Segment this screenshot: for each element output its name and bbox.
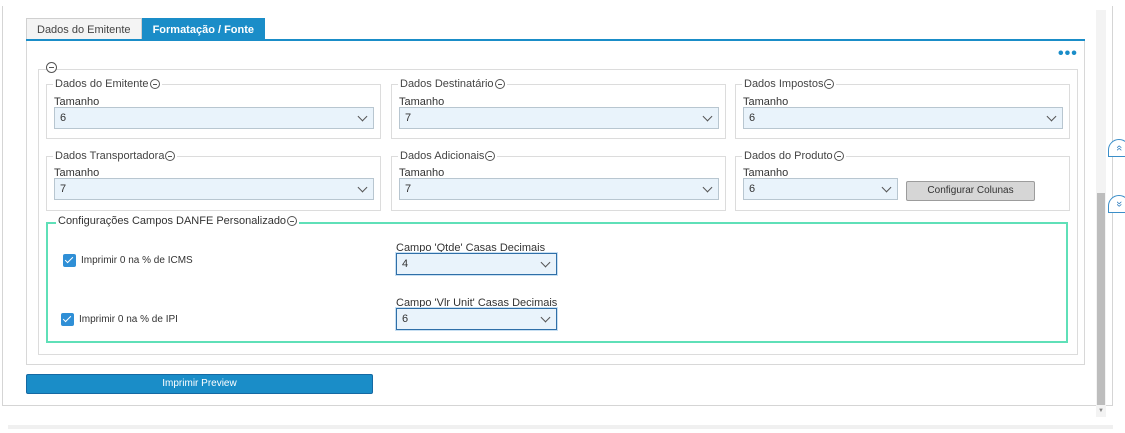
- impostos-size-select[interactable]: 6: [743, 107, 1063, 129]
- icms-zero-checkbox[interactable]: [63, 254, 76, 267]
- chevron-down-icon: [881, 182, 892, 193]
- select-value: 6: [749, 183, 756, 195]
- select-value: 7: [60, 183, 67, 195]
- group-title: Dados Transportadora: [55, 150, 165, 162]
- chevron-down-icon: [702, 111, 713, 122]
- group-legend: Dados Destinatário: [398, 78, 507, 90]
- double-chevron-up-icon[interactable]: «: [1108, 139, 1125, 157]
- tab-formatacao-fonte[interactable]: Formatação / Fonte: [141, 18, 266, 40]
- collapse-icon[interactable]: [494, 79, 505, 89]
- vlr-unit-decimals-select[interactable]: 6: [396, 308, 557, 330]
- configurar-colunas-button[interactable]: Configurar Colunas: [906, 181, 1035, 201]
- imprimir-preview-button[interactable]: Imprimir Preview: [26, 374, 373, 394]
- ipi-zero-label: Imprimir 0 na % de IPI: [79, 314, 178, 325]
- chevron-down-icon: [357, 111, 368, 122]
- group-legend: Dados do Emitente: [53, 78, 162, 90]
- collapse-icon[interactable]: [833, 151, 844, 161]
- group-title: Dados Destinatário: [400, 78, 494, 90]
- collapse-icon[interactable]: [149, 79, 160, 89]
- group-legend: Dados Adicionais: [398, 150, 498, 162]
- group-title: Dados do Produto: [744, 150, 833, 162]
- collapse-icon[interactable]: [165, 151, 176, 161]
- scrollbar-thumb[interactable]: [1097, 193, 1105, 405]
- chevron-down-icon: [702, 182, 713, 193]
- group-legend: Dados do Produto: [742, 150, 846, 162]
- scroll-down-arrow-icon[interactable]: ▼: [1098, 408, 1104, 414]
- produto-size-select[interactable]: 6: [743, 178, 898, 200]
- select-value: 6: [60, 112, 67, 124]
- more-options-icon[interactable]: •••: [1058, 46, 1078, 62]
- danfe-title: Configurações Campos DANFE Personalizado: [58, 215, 287, 227]
- icms-zero-label: Imprimir 0 na % de ICMS: [81, 255, 193, 266]
- select-value: 6: [749, 112, 756, 124]
- emitente-size-select[interactable]: 6: [54, 107, 374, 129]
- adicionais-size-select[interactable]: 7: [399, 178, 719, 200]
- collapse-all-icon[interactable]: [46, 62, 57, 73]
- collapse-icon[interactable]: [824, 79, 835, 89]
- chevron-down-icon: [540, 312, 551, 323]
- group-title: Dados do Emitente: [55, 78, 149, 90]
- group-legend: Dados Transportadora: [53, 150, 178, 162]
- transportadora-size-select[interactable]: 7: [54, 178, 374, 200]
- danfe-legend: Configurações Campos DANFE Personalizado: [56, 215, 300, 227]
- chevron-down-icon: [357, 182, 368, 193]
- chevron-down-icon: [540, 257, 551, 268]
- select-value: 7: [405, 183, 412, 195]
- collapse-icon[interactable]: [485, 151, 496, 161]
- tab-dados-emitente[interactable]: Dados do Emitente: [26, 18, 142, 40]
- qtde-decimals-select[interactable]: 4: [396, 253, 557, 275]
- collapse-icon[interactable]: [287, 216, 298, 226]
- select-value: 6: [402, 313, 409, 325]
- group-title: Dados Adicionais: [400, 150, 485, 162]
- tab-bar: Dados do Emitente Formatação / Fonte: [26, 18, 266, 40]
- select-value: 4: [402, 258, 409, 270]
- group-legend: Dados Impostos: [742, 78, 837, 90]
- group-title: Dados Impostos: [744, 78, 824, 90]
- destinatario-size-select[interactable]: 7: [399, 107, 719, 129]
- frame-bottom-edge: [8, 425, 1113, 429]
- danfe-fieldset: Configurações Campos DANFE Personalizado: [46, 215, 1068, 343]
- double-chevron-down-icon[interactable]: »: [1108, 195, 1125, 213]
- select-value: 7: [405, 112, 412, 124]
- ipi-zero-checkbox[interactable]: [61, 313, 74, 326]
- chevron-down-icon: [1046, 111, 1057, 122]
